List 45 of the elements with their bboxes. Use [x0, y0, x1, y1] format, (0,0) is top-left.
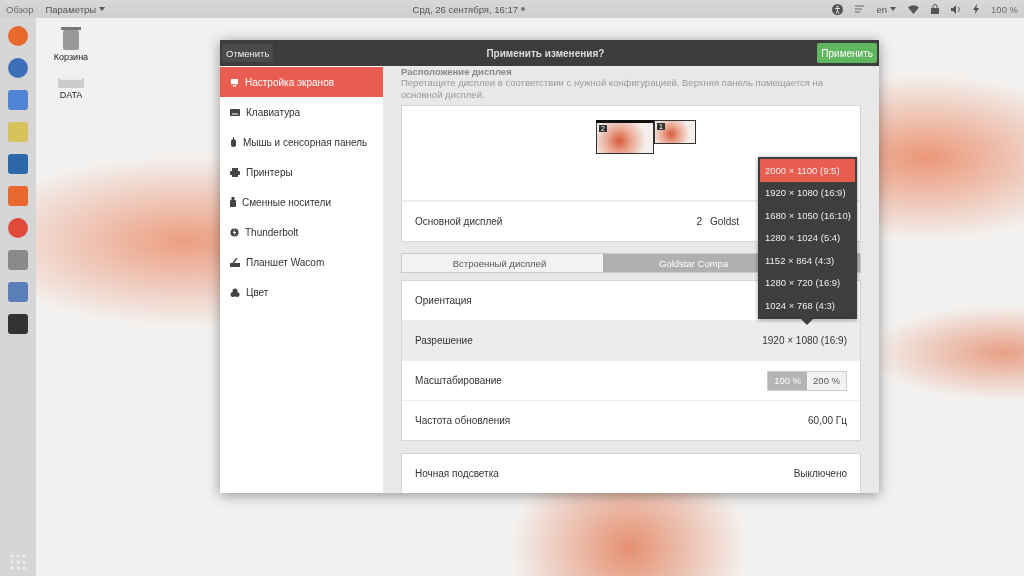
tablet-pen-icon [230, 257, 240, 267]
row-label: Ночная подсветка [415, 468, 499, 479]
display-name[interactable]: Goldst [710, 216, 739, 227]
row-label: Масштабирование [415, 375, 502, 386]
display-icon [230, 77, 239, 87]
accessibility-icon[interactable] [832, 3, 844, 15]
scale-option[interactable]: 200 % [807, 371, 846, 390]
battery-percentage[interactable]: 100 % [991, 3, 1018, 15]
row-label: Ориентация [415, 295, 472, 306]
resolution-option[interactable]: 1920 × 1080 (16:9) [760, 181, 855, 204]
caret-icon [99, 7, 106, 11]
mouse-icon [230, 137, 237, 147]
wifi-icon[interactable] [908, 4, 920, 14]
notification-dot-icon [521, 7, 526, 11]
volume-icon[interactable] [951, 4, 962, 14]
row-label: Частота обновления [415, 415, 511, 426]
section-title: Расположение дисплея [401, 66, 513, 77]
resolution-option[interactable]: 1680 × 1050 (16:10) [760, 204, 855, 227]
trash-can-icon [61, 26, 81, 50]
row-value: 60,00 Гц [808, 415, 847, 426]
resolution-option[interactable]: 1024 × 768 (4:3) [760, 294, 855, 317]
row-label: Разрешение [415, 335, 473, 346]
display-tab[interactable]: Встроенный дисплей [402, 254, 603, 272]
lock-icon[interactable] [931, 4, 940, 14]
activities-label[interactable]: Обзор [6, 3, 34, 15]
menu-lines-icon[interactable] [855, 5, 865, 13]
section-description: Перетащите дисплеи в соответствии с нужной конфигурацией. Верхняя панель помещается на основной дисплей. [401, 77, 825, 101]
row-label: Основной дисплей [415, 216, 503, 227]
app-menu[interactable]: Параметры [45, 3, 106, 15]
keyboard-icon [230, 108, 240, 116]
printer-icon [230, 167, 240, 177]
cancel-button[interactable]: Отменить [222, 44, 274, 62]
usb-drive-icon [230, 197, 236, 207]
row-value: 1920 × 1080 (16:9) [762, 335, 847, 346]
resolution-option[interactable]: 1280 × 1024 (5:4) [760, 226, 855, 249]
display-number: 2 [696, 216, 703, 227]
clock[interactable]: Срд, 26 сентября, 16:17 [412, 3, 526, 15]
battery-icon[interactable] [973, 4, 980, 14]
caret-icon [890, 7, 897, 11]
language-menu[interactable]: en [876, 3, 897, 15]
window-title: Применить изменения? [486, 47, 605, 59]
row-value: Выключено [793, 468, 847, 479]
color-palette-icon [230, 287, 240, 297]
settings-row[interactable]: Разрешение 1920 × 1080 (16:9) [402, 320, 860, 360]
thunderbolt-icon [230, 227, 239, 237]
